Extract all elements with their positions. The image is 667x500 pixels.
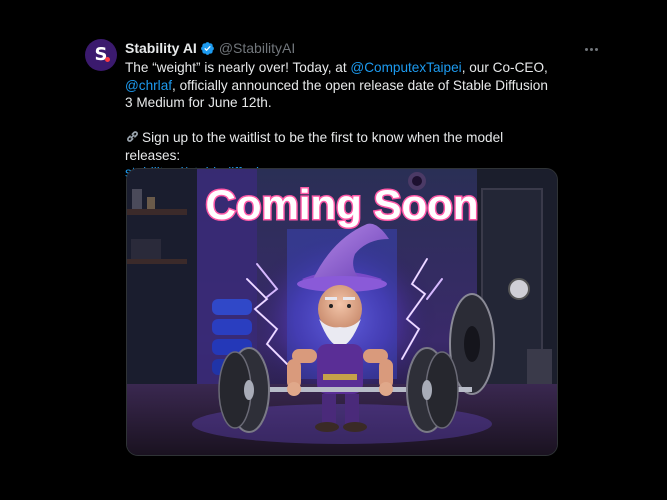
- avatar-dot: [105, 57, 110, 62]
- tweet-paragraph-1: The “weight” is nearly over! Today, at @…: [125, 60, 548, 110]
- handle[interactable]: @StabilityAI: [219, 38, 295, 58]
- tweet-header: Stability AI @StabilityAI: [125, 38, 557, 58]
- media-illustration: Coming Soon: [127, 169, 557, 455]
- verified-badge-icon: [200, 41, 214, 55]
- mention-computextaipei[interactable]: @ComputexTaipei: [350, 60, 461, 75]
- tweet-media-image[interactable]: Coming Soon: [126, 168, 558, 456]
- link-emoji-icon: [127, 131, 138, 142]
- more-options-icon: [584, 47, 588, 51]
- more-options-button[interactable]: [580, 42, 602, 56]
- coming-soon-overlay: Coming Soon: [206, 181, 479, 228]
- avatar[interactable]: S: [85, 39, 117, 71]
- display-name[interactable]: Stability AI: [125, 38, 197, 58]
- tweet-text: The “weight” is nearly over! Today, at @…: [125, 59, 557, 182]
- tweet-content: Stability AI @StabilityAI The “weight” i…: [125, 38, 598, 182]
- mention-chrlaf[interactable]: @chrlaf: [125, 78, 172, 93]
